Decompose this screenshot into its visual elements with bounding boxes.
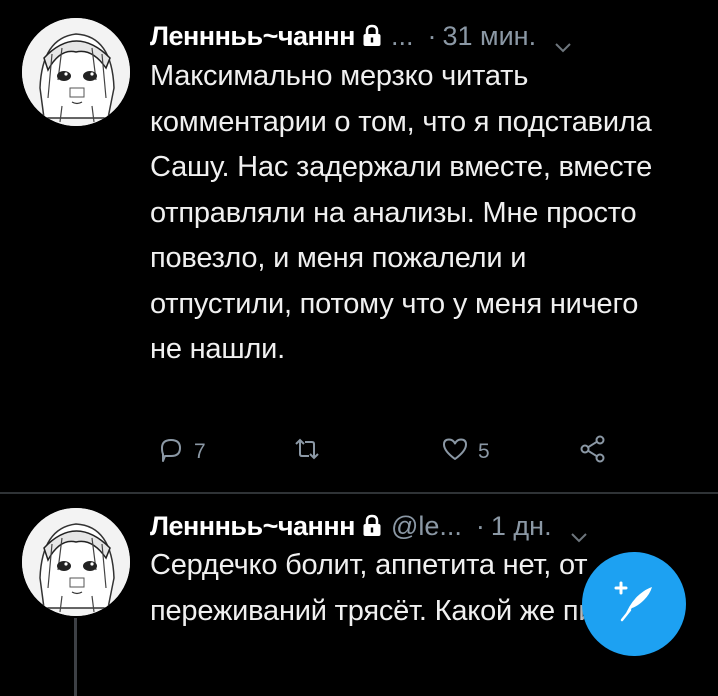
thread-line: [74, 618, 77, 696]
separator-dot: ·: [475, 510, 485, 541]
avatar-image: [22, 508, 130, 616]
compose-tweet-icon: [606, 574, 662, 635]
tweet-text: Максимально мерзко читать комментарии о …: [150, 60, 653, 365]
avatar-image: [22, 18, 130, 126]
compose-tweet-button[interactable]: [582, 552, 686, 656]
timestamp[interactable]: 31 мин.: [442, 21, 536, 52]
retweet-button[interactable]: [292, 434, 322, 469]
avatar[interactable]: [22, 508, 130, 616]
display-name[interactable]: Леннньь~чаннн: [150, 21, 355, 52]
share-icon: [578, 434, 608, 469]
heart-icon: [440, 434, 470, 469]
timestamp[interactable]: 1 дн.: [491, 511, 552, 542]
like-button[interactable]: 5: [440, 434, 490, 469]
retweet-icon: [292, 434, 322, 469]
lock-icon: [361, 24, 383, 48]
username-handle[interactable]: @le...: [391, 511, 462, 542]
reply-count: 7: [194, 439, 206, 463]
share-button[interactable]: [578, 434, 608, 469]
username-handle[interactable]: ...: [391, 21, 414, 52]
separator-dot: ·: [427, 20, 437, 51]
tweet-header: Леннньь~чаннн ... · 31 мин.: [150, 18, 690, 54]
reply-icon: [156, 434, 186, 469]
avatar[interactable]: [22, 18, 130, 126]
reply-button[interactable]: 7: [156, 434, 206, 469]
tweet-actions: 7 5: [150, 434, 630, 474]
tweet-card[interactable]: Леннньь~чаннн ... · 31 мин. Максимально …: [0, 0, 718, 492]
display-name[interactable]: Леннньь~чаннн: [150, 511, 355, 542]
lock-icon: [361, 514, 383, 538]
chevron-down-icon[interactable]: [554, 30, 572, 53]
chevron-down-icon[interactable]: [570, 520, 588, 543]
like-count: 5: [478, 439, 490, 463]
tweet-header: Леннньь~чаннн @le... · 1 дн.: [150, 508, 690, 544]
